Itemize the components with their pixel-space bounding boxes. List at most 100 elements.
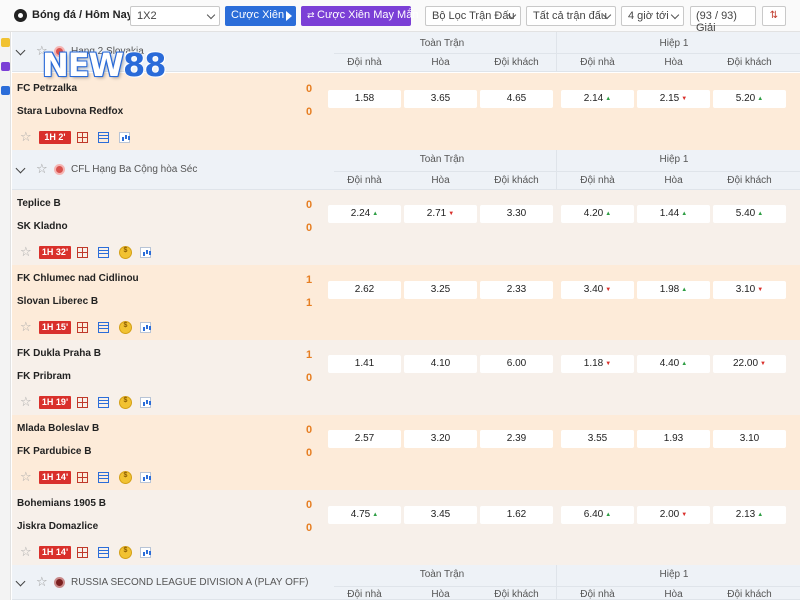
away-score: 0: [306, 522, 313, 534]
home-score: 1: [306, 349, 313, 361]
stats-icon[interactable]: [140, 397, 151, 408]
chevron-down-icon[interactable]: [15, 576, 26, 587]
odd-home[interactable]: 4.75: [328, 506, 401, 524]
divider: [556, 32, 557, 72]
document-icon[interactable]: [98, 547, 109, 558]
home-team: Teplice B: [17, 198, 61, 209]
lucky-parlay-button[interactable]: ⇄ Cược Xiên May Mắn: [301, 6, 418, 26]
stats-icon[interactable]: [140, 547, 151, 558]
star-icon[interactable]: ☆: [20, 395, 32, 408]
odd-home-h1[interactable]: 4.20: [561, 205, 634, 223]
document-icon[interactable]: [98, 247, 109, 258]
star-icon[interactable]: ☆: [20, 130, 32, 143]
grid-icon[interactable]: [77, 397, 88, 408]
odd-away[interactable]: 3.30: [480, 205, 553, 223]
chevron-down-icon[interactable]: [15, 163, 26, 174]
odd-away-h1[interactable]: 22.00: [713, 355, 786, 373]
odd-draw[interactable]: 2.71: [404, 205, 477, 223]
time-select[interactable]: 4 giờ tới: [621, 6, 684, 26]
away-score: 1: [306, 297, 313, 309]
match-toolbar: ☆ 1H 14' $: [12, 464, 800, 490]
star-icon[interactable]: ☆: [20, 245, 32, 258]
odd-away[interactable]: 1.62: [480, 506, 553, 524]
star-icon[interactable]: ☆: [20, 545, 32, 558]
grid-icon[interactable]: [77, 472, 88, 483]
odd-away-h1[interactable]: 2.13: [713, 506, 786, 524]
odd-home[interactable]: 2.62: [328, 281, 401, 299]
star-icon[interactable]: ☆: [36, 161, 48, 177]
odd-home-h1[interactable]: 3.55: [561, 430, 634, 448]
odd-draw-h1[interactable]: 2.15: [637, 90, 710, 108]
odd-away-h1[interactable]: 3.10: [713, 281, 786, 299]
market-select[interactable]: 1X2: [130, 6, 220, 26]
odd-home-h1[interactable]: 1.18: [561, 355, 634, 373]
odd-draw[interactable]: 3.45: [404, 506, 477, 524]
odd-draw-h1[interactable]: 4.40: [637, 355, 710, 373]
grid-icon[interactable]: [77, 247, 88, 258]
league-flag-icon: [54, 577, 65, 588]
stats-icon[interactable]: [140, 322, 151, 333]
odd-away[interactable]: 2.33: [480, 281, 553, 299]
coin-icon[interactable]: $: [119, 471, 132, 484]
grid-icon[interactable]: [77, 547, 88, 558]
odd-away-h1[interactable]: 5.20: [713, 90, 786, 108]
grid-icon[interactable]: [77, 132, 88, 143]
stats-icon[interactable]: [140, 472, 151, 483]
grid-icon[interactable]: [77, 322, 88, 333]
odd-draw-h1[interactable]: 1.44: [637, 205, 710, 223]
odd-home-h1[interactable]: 2.14: [561, 90, 634, 108]
odd-home[interactable]: 1.41: [328, 355, 401, 373]
sport-icon[interactable]: [1, 86, 10, 95]
document-icon[interactable]: [98, 322, 109, 333]
odd-draw[interactable]: 3.65: [404, 90, 477, 108]
odd-away[interactable]: 2.39: [480, 430, 553, 448]
document-icon[interactable]: [98, 397, 109, 408]
header-draw: Hòa: [431, 589, 450, 600]
market-select-value: 1X2: [137, 10, 157, 22]
match-row: Bohemians 1905 B Jiskra Domazlice 0 0 4.…: [12, 490, 800, 539]
match-filter-select[interactable]: Bộ Lọc Trận Đấu: [425, 6, 521, 26]
document-icon[interactable]: [98, 472, 109, 483]
odd-draw[interactable]: 4.10: [404, 355, 477, 373]
league-header[interactable]: ☆ CFL Hạng Ba Cộng hòa Séc Toàn Trận Hiệ…: [12, 150, 800, 190]
document-icon[interactable]: [98, 132, 109, 143]
stats-icon[interactable]: [119, 132, 130, 143]
header-home-h1: Đội nhà: [580, 175, 615, 186]
sort-icon[interactable]: ⇅: [762, 6, 786, 26]
odd-home[interactable]: 1.58: [328, 90, 401, 108]
odd-away-h1[interactable]: 5.40: [713, 205, 786, 223]
away-score: 0: [306, 372, 313, 384]
odd-away-h1[interactable]: 3.10: [713, 430, 786, 448]
live-time-badge: 1H 2': [39, 131, 71, 144]
coin-icon[interactable]: $: [119, 321, 132, 334]
match-toolbar: ☆ 1H 32' $: [12, 239, 800, 265]
coin-icon[interactable]: $: [119, 396, 132, 409]
odd-draw-h1[interactable]: 1.93: [637, 430, 710, 448]
odd-draw[interactable]: 3.20: [404, 430, 477, 448]
all-matches-select[interactable]: Tất cả trận đấu: [526, 6, 616, 26]
odd-draw-h1[interactable]: 2.00: [637, 506, 710, 524]
odd-draw-h1[interactable]: 1.98: [637, 281, 710, 299]
coin-icon[interactable]: $: [119, 246, 132, 259]
parlay-button[interactable]: Cược Xiên: [225, 6, 296, 26]
coin-icon[interactable]: $: [119, 546, 132, 559]
league-header[interactable]: ☆ RUSSIA SECOND LEAGUE DIVISION A (PLAY …: [12, 565, 800, 600]
header-home: Đội nhà: [347, 175, 382, 186]
odd-draw[interactable]: 3.25: [404, 281, 477, 299]
league-flag-icon: [54, 164, 65, 175]
odd-home[interactable]: 2.24: [328, 205, 401, 223]
stats-icon[interactable]: [140, 247, 151, 258]
shuffle-icon: ⇄: [307, 10, 318, 20]
star-icon[interactable]: ☆: [36, 574, 48, 590]
game-icon[interactable]: [1, 62, 10, 71]
odd-home-h1[interactable]: 6.40: [561, 506, 634, 524]
odd-away[interactable]: 4.65: [480, 90, 553, 108]
odd-home[interactable]: 2.57: [328, 430, 401, 448]
away-score: 0: [306, 447, 313, 459]
star-icon[interactable]: ☆: [20, 470, 32, 483]
odd-home-h1[interactable]: 3.40: [561, 281, 634, 299]
star-icon[interactable]: ☆: [20, 320, 32, 333]
coin-icon[interactable]: [1, 38, 10, 47]
odd-away[interactable]: 6.00: [480, 355, 553, 373]
logo-text: NEW88: [42, 46, 166, 84]
